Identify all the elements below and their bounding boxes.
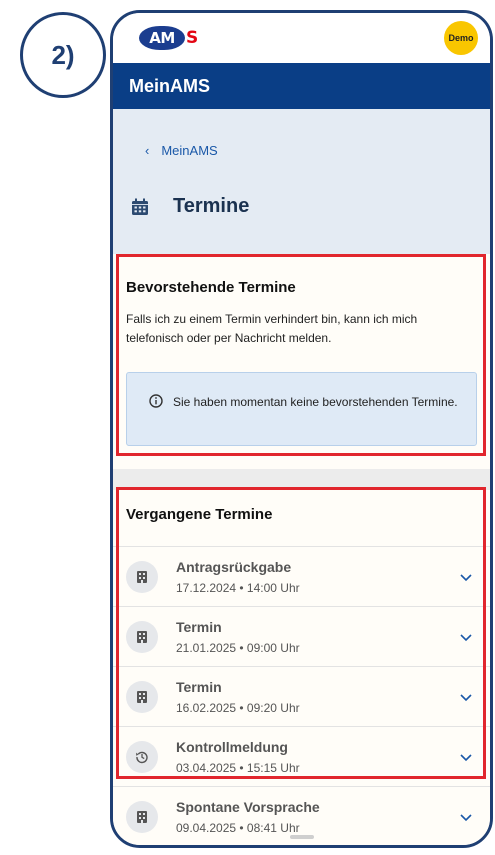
breadcrumb[interactable]: ‹ MeinAMS (145, 143, 218, 158)
step-badge: 2) (20, 12, 106, 98)
logo-text-s: S (186, 28, 199, 48)
bottom-sheet-grabber[interactable] (289, 835, 314, 839)
chevron-down-icon[interactable] (459, 690, 473, 704)
breadcrumb-label: MeinAMS (161, 143, 218, 158)
chevron-down-icon[interactable] (459, 810, 473, 824)
past-section-header: Vergangene Termine (113, 490, 490, 546)
building-icon (126, 680, 158, 713)
phone-frame: AM S Demo MeinAMS ‹ MeinAMS Termine Bevo… (110, 10, 493, 848)
appointment-date: 09.04.2025 • 08:41 Uhr (176, 820, 300, 835)
appointment-title: Antragsrückgabe (176, 558, 292, 575)
appointment-date: 16.02.2025 • 09:20 Uhr (176, 700, 300, 715)
appointment-date: 21.01.2025 • 09:00 Uhr (176, 640, 300, 655)
info-icon (149, 394, 163, 409)
appointment-title: Kontrollmeldung (176, 738, 288, 755)
appointment-date: 17.12.2024 • 14:00 Uhr (176, 580, 300, 595)
chevron-left-icon: ‹ (145, 143, 150, 158)
logo-text-am: AM (149, 29, 175, 47)
building-icon (126, 800, 158, 833)
building-icon (126, 620, 158, 653)
appointment-item[interactable]: Antragsrückgabe 17.12.2024 • 14:00 Uhr (113, 546, 490, 606)
demo-badge[interactable]: Demo (444, 21, 478, 55)
appointment-title: Spontane Vorsprache (176, 798, 320, 815)
upcoming-description: Falls ich zu einem Termin verhindert bin… (126, 312, 418, 346)
appointment-title: Termin (176, 618, 222, 635)
building-icon (126, 560, 158, 593)
appointment-title: Termin (176, 678, 222, 695)
chevron-down-icon[interactable] (459, 570, 473, 584)
upcoming-section: Bevorstehende Termine Falls ich zu einem… (113, 254, 490, 469)
info-box: Sie haben momentan keine bevorstehenden … (126, 372, 477, 447)
past-title: Vergangene Termine (126, 506, 273, 523)
page-header: ‹ MeinAMS Termine (113, 109, 490, 254)
app-title: MeinAMS (129, 75, 210, 96)
appointment-date: 03.04.2025 • 15:15 Uhr (176, 760, 300, 775)
app-bar: MeinAMS (113, 63, 490, 109)
past-appointments-list: Antragsrückgabe 17.12.2024 • 14:00 Uhr T… (113, 546, 490, 845)
top-bar: AM S Demo (113, 13, 490, 63)
info-message: Sie haben momentan keine bevorstehenden … (173, 395, 458, 410)
ams-logo[interactable]: AM S (139, 26, 198, 50)
page-title-text: Termine (173, 195, 250, 217)
chevron-down-icon[interactable] (459, 750, 473, 764)
history-icon (126, 740, 158, 773)
upcoming-title: Bevorstehende Termine (126, 279, 296, 296)
section-divider (113, 469, 490, 490)
appointment-item[interactable]: Kontrollmeldung 03.04.2025 • 15:15 Uhr (113, 726, 490, 786)
page-title: Termine (131, 195, 249, 218)
chevron-down-icon[interactable] (459, 630, 473, 644)
calendar-icon (132, 198, 148, 215)
appointment-item[interactable]: Termin 16.02.2025 • 09:20 Uhr (113, 666, 490, 726)
appointment-item[interactable]: Termin 21.01.2025 • 09:00 Uhr (113, 606, 490, 666)
logo-blob: AM (139, 26, 185, 50)
